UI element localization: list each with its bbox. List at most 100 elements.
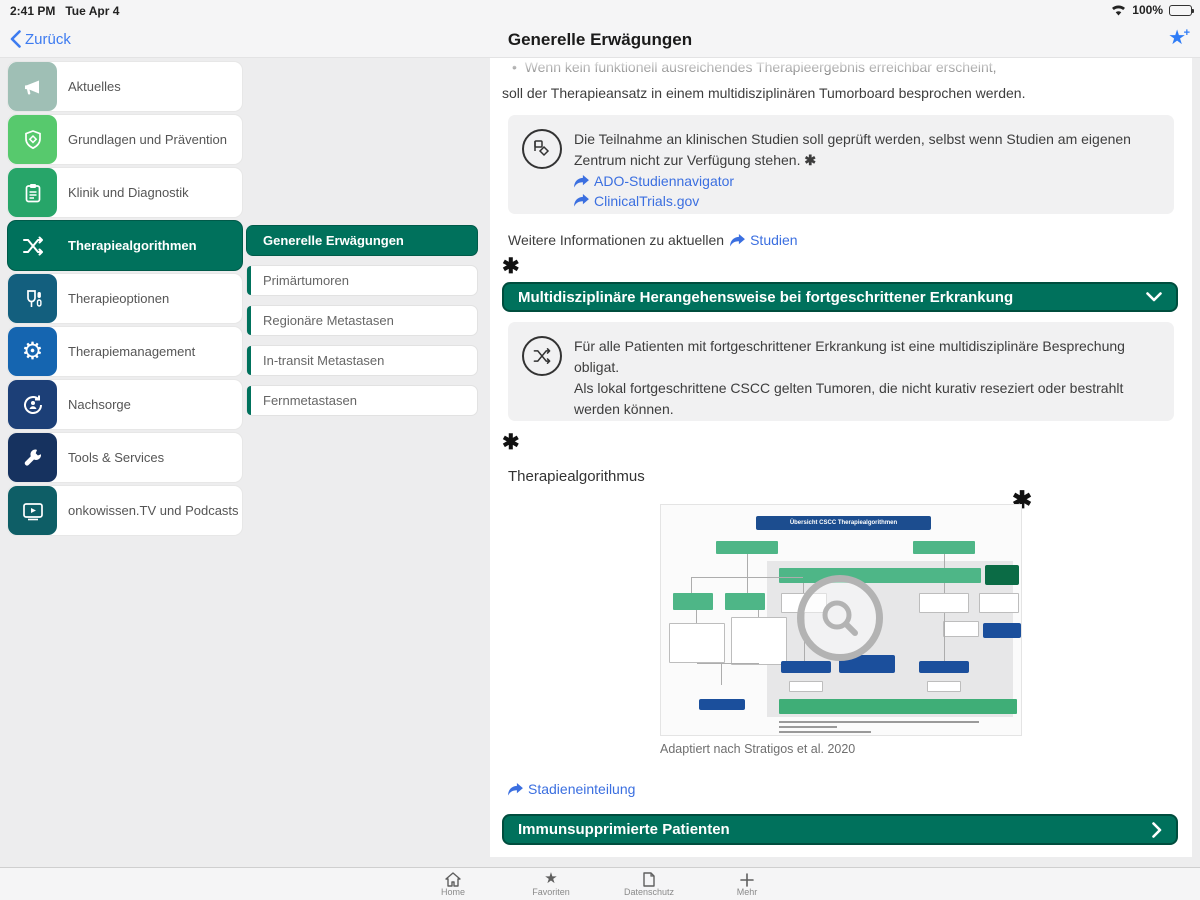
flowchart-box bbox=[985, 565, 1019, 585]
flowchart-box bbox=[725, 593, 765, 610]
link-studien[interactable]: Studien bbox=[730, 232, 798, 248]
content-panel: • Wenn kein funktionell ausreichendes Th… bbox=[490, 58, 1192, 857]
more-info-line: Weitere Informationen zu aktuellen Studi… bbox=[508, 232, 798, 248]
flowchart-box bbox=[779, 699, 1017, 714]
status-bar: 2:41 PM Tue Apr 4 100% bbox=[0, 0, 1200, 22]
tab-label: Home bbox=[440, 887, 465, 897]
sidebar-item-label: Klinik und Diagnostik bbox=[68, 185, 189, 200]
submenu-item-label: Primärtumoren bbox=[263, 273, 349, 288]
submenu-item-label: In-transit Metastasen bbox=[263, 353, 385, 368]
tab-favoriten[interactable]: ★ Favoriten bbox=[528, 870, 574, 898]
sidebar-item-label: Therapiemanagement bbox=[68, 344, 196, 359]
submenu-item-generelle-erwaegungen[interactable]: Generelle Erwägungen bbox=[246, 225, 478, 256]
sidebar-item-nachsorge[interactable]: Nachsorge bbox=[8, 380, 242, 429]
add-favorite-icon[interactable]: ★ + bbox=[1168, 27, 1190, 48]
flowchart-box bbox=[979, 593, 1019, 613]
accordion-title: Multidisziplinäre Herangehensweise bei f… bbox=[518, 288, 1014, 306]
footnote-marker: ✱ bbox=[502, 431, 520, 454]
home-icon bbox=[445, 870, 461, 887]
clipboard-icon bbox=[8, 168, 57, 217]
sidebar-item-therapiemanagement[interactable]: ⚙ Therapiemanagement bbox=[8, 327, 242, 376]
wifi-icon bbox=[1111, 5, 1126, 16]
shuffle-icon bbox=[8, 221, 57, 270]
battery-icon bbox=[1169, 4, 1194, 16]
nav-header: Zurück Generelle Erwägungen ★ + bbox=[0, 22, 1200, 58]
star-icon: ★ bbox=[544, 870, 558, 887]
submenu-item-label: Regionäre Metastasen bbox=[263, 313, 394, 328]
tab-home[interactable]: Home bbox=[430, 870, 476, 897]
sidebar-item-label: Nachsorge bbox=[68, 397, 131, 412]
flowchart-box bbox=[919, 593, 969, 613]
sidebar-item-label: Therapiealgorithmen bbox=[68, 238, 197, 253]
sidebar-item-label: onkowissen.TV und Podcasts bbox=[68, 503, 239, 518]
sidebar-item-tools[interactable]: Tools & Services bbox=[8, 433, 242, 482]
studies-info-box: Die Teilnahme an klinischen Studien soll… bbox=[508, 115, 1174, 214]
flowchart-box bbox=[669, 623, 725, 663]
flowchart-box bbox=[731, 617, 787, 665]
next-section-label: Immunsupprimierte Patienten bbox=[518, 821, 730, 838]
header-fade bbox=[490, 58, 1192, 78]
sidebar-item-label: Tools & Services bbox=[68, 450, 165, 465]
algorithm-heading: Therapiealgorithmus bbox=[508, 468, 645, 485]
footnote-marker: ✱ bbox=[502, 255, 520, 278]
document-icon bbox=[643, 870, 655, 887]
tab-mehr[interactable]: Mehr bbox=[724, 870, 770, 897]
submenu-item-primaertumoren[interactable]: Primärtumoren bbox=[246, 265, 478, 296]
status-date: Tue Apr 4 bbox=[65, 4, 120, 18]
flowchart-box bbox=[943, 621, 979, 637]
next-section-immunsupprimierte[interactable]: Immunsupprimierte Patienten bbox=[502, 814, 1178, 845]
sidebar: Aktuelles Grundlagen und Prävention Klin… bbox=[8, 62, 242, 539]
tv-icon bbox=[8, 486, 57, 535]
status-time: 2:41 PM bbox=[10, 4, 56, 18]
battery-percent: 100% bbox=[1132, 3, 1163, 17]
sidebar-item-therapiealgorithmen[interactable]: Therapiealgorithmen bbox=[8, 221, 242, 270]
flowchart-title: Übersicht CSCC Therapiealgorithmen bbox=[756, 516, 931, 530]
flowchart-box bbox=[927, 681, 961, 692]
link-clinicaltrials-gov[interactable]: ClinicalTrials.gov bbox=[574, 193, 699, 209]
sidebar-item-therapieoptionen[interactable]: Therapieoptionen bbox=[8, 274, 242, 323]
sidebar-item-aktuelles[interactable]: Aktuelles bbox=[8, 62, 242, 111]
accordion-multidisciplinary[interactable]: Multidisziplinäre Herangehensweise bei f… bbox=[502, 282, 1178, 312]
sidebar-item-klinik[interactable]: Klinik und Diagnostik bbox=[8, 168, 242, 217]
submenu-item-label: Generelle Erwägungen bbox=[263, 233, 404, 248]
flowchart-box bbox=[919, 661, 969, 673]
submenu-item-in-transit-metastasen[interactable]: In-transit Metastasen bbox=[246, 345, 478, 376]
staging-link-row: Stadieneinteilung bbox=[508, 781, 635, 799]
shield-icon bbox=[8, 115, 57, 164]
sidebar-item-label: Therapieoptionen bbox=[68, 291, 170, 306]
figure-caption: Adaptiert nach Stratigos et al. 2020 bbox=[660, 742, 856, 756]
submenu-item-regionaere-metastasen[interactable]: Regionäre Metastasen bbox=[246, 305, 478, 336]
multidisciplinary-line-1: Für alle Patienten mit fortgeschrittener… bbox=[574, 338, 1125, 375]
link-ado-studiennavigator[interactable]: ADO-Studiennavigator bbox=[574, 173, 734, 189]
multidisciplinary-line-2: Als lokal fortgeschrittene CSCC gelten T… bbox=[574, 380, 1124, 417]
tab-label: Mehr bbox=[736, 887, 758, 897]
flowchart-box bbox=[983, 623, 1021, 638]
flowchart-box bbox=[913, 541, 975, 554]
flowchart-box bbox=[699, 699, 745, 710]
sidebar-item-grundlagen[interactable]: Grundlagen und Prävention bbox=[8, 115, 242, 164]
link-stadieneinteilung[interactable]: Stadieneinteilung bbox=[508, 781, 635, 797]
study-flag-icon bbox=[522, 129, 562, 169]
shuffle-circle-icon bbox=[522, 336, 562, 376]
more-icon bbox=[740, 870, 754, 887]
sidebar-item-label: Grundlagen und Prävention bbox=[68, 132, 228, 147]
sidebar-item-onkowissen-tv[interactable]: onkowissen.TV und Podcasts bbox=[8, 486, 242, 535]
tab-label: Favoriten bbox=[532, 887, 570, 897]
multidisciplinary-box: Für alle Patienten mit fortgeschrittener… bbox=[508, 322, 1174, 421]
flowchart-box bbox=[789, 681, 823, 692]
intro-line-2: soll der Therapieansatz in einem multidi… bbox=[502, 85, 1026, 101]
footnote-marker: ✱ bbox=[804, 152, 817, 168]
megaphone-icon bbox=[8, 62, 57, 111]
studies-info-text: Die Teilnahme an klinischen Studien soll… bbox=[574, 131, 1131, 168]
flowchart-box bbox=[673, 593, 713, 610]
submenu-item-fernmetastasen[interactable]: Fernmetastasen bbox=[246, 385, 478, 416]
flowchart-box bbox=[716, 541, 778, 554]
tab-bar: Home ★ Favoriten Datenschutz Mehr bbox=[0, 867, 1200, 900]
therapy-algorithm-thumbnail[interactable]: Übersicht CSCC Therapiealgorithmen bbox=[660, 504, 1022, 736]
flowchart-box bbox=[779, 568, 981, 583]
magnifier-icon bbox=[797, 575, 883, 661]
submenu: Generelle Erwägungen Primärtumoren Regio… bbox=[246, 225, 478, 425]
sidebar-item-label: Aktuelles bbox=[68, 79, 121, 94]
submenu-item-label: Fernmetastasen bbox=[263, 393, 357, 408]
tab-datenschutz[interactable]: Datenschutz bbox=[624, 870, 674, 897]
